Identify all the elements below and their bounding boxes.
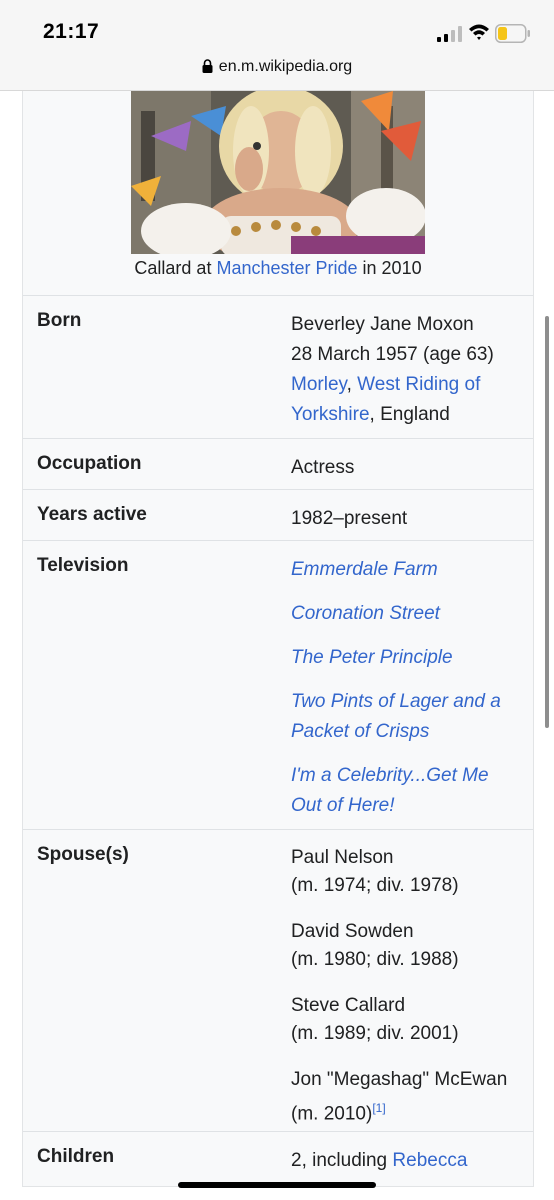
link-west-riding[interactable]: West Riding of [357, 374, 480, 395]
value-years-active: 1982–present [291, 508, 408, 529]
url-text: en.m.wikipedia.org [218, 58, 353, 75]
value-occupation: Actress [291, 457, 355, 478]
spouse-item: David Sowden (m. 1980; div. 1988) [291, 918, 527, 974]
tv-two-pints-line2[interactable]: Packet of Crisps [291, 717, 527, 747]
label-television: Television [37, 555, 129, 576]
home-indicator[interactable] [178, 1182, 376, 1188]
browser-top-bar: 21:17 en.m.wikipedia.org [0, 0, 554, 91]
birth-place-line1: Morley, West Riding of [291, 370, 527, 400]
label-children: Children [37, 1146, 115, 1167]
spouse-item: Steve Callard (m. 1989; div. 2001) [291, 992, 527, 1048]
tv-im-a-celebrity-line2[interactable]: Out of Here! [291, 791, 527, 821]
birth-place-line2: Yorkshire, England [291, 400, 527, 430]
spouse-name: Steve Callard [291, 995, 406, 1016]
value-children: 2, including Rebecca [291, 1146, 527, 1176]
children-prefix: 2, including [291, 1150, 393, 1171]
status-time: 21:17 [43, 20, 100, 43]
spouse-dates: (m. 1989; div. 2001) [291, 1023, 459, 1044]
wifi-icon [469, 24, 489, 40]
tv-two-pints-line1[interactable]: Two Pints of Lager and a [291, 687, 527, 717]
spouse-dates: (m. 1980; div. 1988) [291, 949, 459, 970]
caption-link-manchester-pride[interactable]: Manchester Pride [216, 258, 357, 278]
cellular-signal-icon [437, 26, 462, 42]
label-years-active: Years active [37, 504, 147, 525]
spouse-item: Paul Nelson (m. 1974; div. 1978) [291, 844, 527, 900]
spouse-dates: (m. 2010) [291, 1103, 373, 1125]
image-caption: Callard at Manchester Pride in 2010 [23, 258, 533, 279]
value-television: Emmerdale Farm Coronation Street The Pet… [291, 555, 527, 835]
label-spouses: Spouse(s) [37, 844, 129, 865]
spouse-name: Paul Nelson [291, 847, 394, 868]
row-children: Children 2, including Rebecca [23, 1131, 533, 1186]
birth-name: Beverley Jane Moxon [291, 314, 474, 335]
link-morley[interactable]: Morley [291, 374, 347, 395]
birth-date: 28 March 1957 (age 63) [291, 344, 494, 365]
battery-icon [495, 24, 530, 43]
tv-im-a-celebrity-line1[interactable]: I'm a Celebrity...Get Me [291, 761, 527, 791]
link-yorkshire[interactable]: Yorkshire [291, 404, 370, 425]
scrollbar[interactable] [545, 316, 549, 728]
spouse-dates-line: (m. 2010)[1] [291, 1094, 527, 1128]
portrait-photo [131, 91, 425, 254]
spouse-item: Jon "Megashag" McEwan (m. 2010)[1] [291, 1066, 527, 1128]
tv-the-peter-principle[interactable]: The Peter Principle [291, 643, 527, 673]
value-spouses: Paul Nelson (m. 1974; div. 1978) David S… [291, 844, 527, 1146]
label-born: Born [37, 310, 82, 331]
spouse-name: David Sowden [291, 921, 414, 942]
row-years-active: Years active 1982–present [23, 489, 533, 541]
birth-place-suffix: , England [369, 404, 450, 425]
row-occupation: Occupation Actress [23, 438, 533, 490]
value-born: Beverley Jane Moxon 28 March 1957 (age 6… [291, 310, 527, 430]
link-rebecca[interactable]: Rebecca [392, 1150, 467, 1171]
address-bar[interactable]: en.m.wikipedia.org [0, 58, 554, 76]
spouse-dates: (m. 1974; div. 1978) [291, 875, 459, 896]
label-occupation: Occupation [37, 453, 142, 474]
spouse-name: Jon "Megashag" McEwan [291, 1069, 508, 1090]
tv-coronation-street[interactable]: Coronation Street [291, 599, 527, 629]
infobox: Callard at Manchester Pride in 2010 Born… [22, 91, 534, 1187]
row-born: Born Beverley Jane Moxon 28 March 1957 (… [23, 295, 533, 439]
birth-place-sep: , [346, 374, 358, 395]
row-television: Television Emmerdale Farm Coronation Str… [23, 540, 533, 830]
tv-emmerdale-farm[interactable]: Emmerdale Farm [291, 555, 527, 585]
row-spouses: Spouse(s) Paul Nelson (m. 1974; div. 197… [23, 829, 533, 1132]
caption-suffix: in 2010 [357, 258, 422, 278]
caption-prefix: Callard at [134, 258, 217, 278]
reference-link[interactable]: [1] [372, 1101, 385, 1115]
lock-icon [202, 59, 213, 73]
portrait-image[interactable] [131, 91, 425, 254]
